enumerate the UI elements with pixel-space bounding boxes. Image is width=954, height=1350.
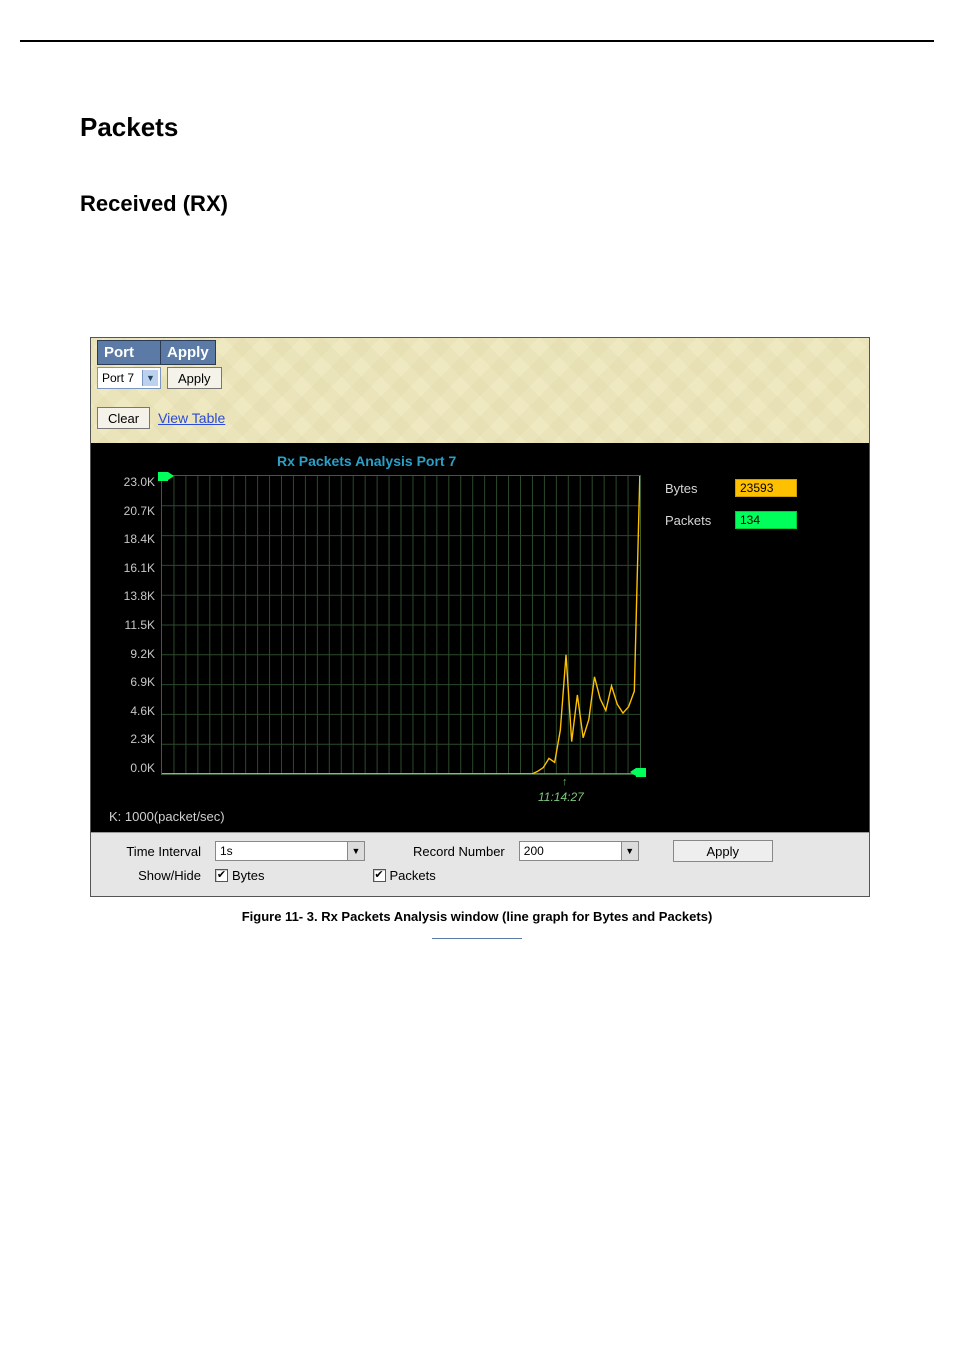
heading-packets: Packets [80, 112, 874, 143]
bytes-checkbox-label: Bytes [232, 868, 265, 883]
checkbox-checked-icon: ✔ [373, 869, 386, 882]
top-controls: Port Apply Port 7 ▼ Apply Clear View Tab… [91, 338, 869, 443]
port-header: Port [97, 340, 161, 365]
record-number-label: Record Number [413, 844, 505, 859]
clear-button[interactable]: Clear [97, 407, 150, 429]
checkbox-checked-icon: ✔ [215, 869, 228, 882]
plot: ↑ 11:14:27 [161, 475, 641, 775]
view-table-link[interactable]: View Table [158, 410, 225, 426]
bottom-controls: Time Interval 1s ▼ Record Number 200 ▼ A… [91, 832, 869, 896]
time-marker-label: 11:14:27 [538, 790, 584, 804]
heading-received: Received (RX) [80, 191, 874, 217]
graph-area: Rx Packets Analysis Port 7 23.0K 20.7K 1… [91, 443, 869, 832]
chevron-down-icon: ▼ [621, 842, 638, 860]
time-marker-icon: ↑ [562, 776, 568, 788]
bottom-apply-button[interactable]: Apply [673, 840, 773, 862]
bytes-checkbox[interactable]: ✔ Bytes [215, 868, 265, 883]
time-interval-select[interactable]: 1s ▼ [215, 841, 365, 861]
caption-rule [432, 938, 522, 939]
legend-packets-label: Packets [665, 513, 721, 528]
time-interval-value: 1s [220, 844, 233, 858]
legend-bytes-label: Bytes [665, 481, 721, 496]
port-select[interactable]: Port 7 ▼ [97, 367, 161, 389]
chevron-down-icon: ▼ [142, 370, 158, 386]
y-axis: 23.0K 20.7K 18.4K 16.1K 13.8K 11.5K 9.2K… [107, 475, 161, 775]
time-interval-label: Time Interval [101, 844, 201, 859]
chevron-down-icon: ▼ [347, 842, 364, 860]
graph-title: Rx Packets Analysis Port 7 [107, 453, 853, 469]
legend-bytes-value: 23593 [735, 479, 797, 497]
packets-checkbox-label: Packets [390, 868, 436, 883]
record-number-select[interactable]: 200 ▼ [519, 841, 639, 861]
showhide-label: Show/Hide [101, 868, 201, 883]
legend-packets-value: 134 [735, 511, 797, 529]
figure-caption: Figure 11- 3. Rx Packets Analysis window… [80, 909, 874, 924]
packets-checkbox[interactable]: ✔ Packets [373, 868, 436, 883]
apply-button[interactable]: Apply [167, 367, 222, 389]
unit-note: K: 1000(packet/sec) [109, 809, 853, 824]
apply-header: Apply [160, 340, 216, 365]
legend: Bytes 23593 Packets 134 [665, 479, 797, 775]
record-number-value: 200 [524, 844, 544, 858]
rx-analysis-panel: Port Apply Port 7 ▼ Apply Clear View Tab… [90, 337, 870, 897]
port-select-value: Port 7 [102, 371, 134, 385]
